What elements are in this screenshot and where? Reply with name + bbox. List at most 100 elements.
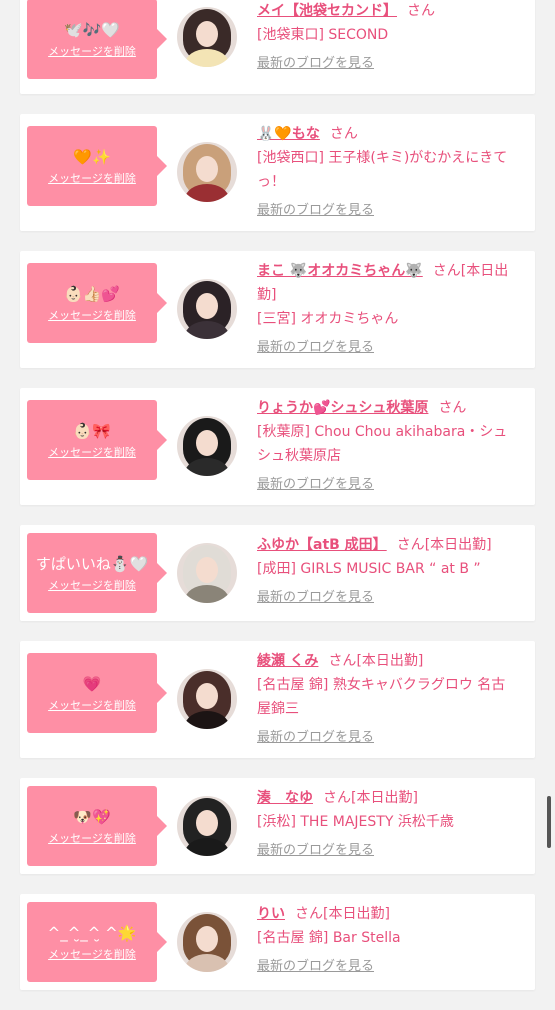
latest-blog-link[interactable]: 最新のブログを見る (257, 589, 517, 607)
delete-message-link[interactable]: メッセージを削除 (27, 948, 157, 962)
cast-name-link[interactable]: りょうか💕シュシュ秋葉原 (257, 400, 428, 416)
scrollbar-thumb[interactable] (547, 796, 551, 848)
name-line: りい さん[本日出勤] (257, 902, 517, 926)
list-item: 🐶💖 メッセージを削除 湊 なゆ さん[本日出勤] [浜松] THE MAJEST… (20, 778, 535, 874)
avatar[interactable] (177, 142, 237, 202)
latest-blog-link[interactable]: 最新のブログを見る (257, 55, 517, 73)
shop-name: [池袋西口] 王子様(キミ)がむかえにきてっ！ (257, 150, 508, 190)
honorific: さん (329, 126, 358, 142)
message-sticker: 👶🏻👍🏻💕 (63, 285, 121, 303)
message-bubble: 🕊️🎶🤍 メッセージを削除 (27, 0, 167, 79)
cast-info: 湊 なゆ さん[本日出勤] [浜松] THE MAJESTY 浜松千歳 最新のブロ… (257, 786, 517, 860)
message-sticker: ^_^̮_^̮ ^🌟 (47, 924, 137, 942)
list-item: ^_^̮_^̮ ^🌟 メッセージを削除 りい さん[本日出勤] [名古屋 錦] B… (20, 894, 535, 990)
honorific: さん (432, 263, 461, 279)
cast-name-link[interactable]: まこ 🐺オオカミちゃん🐺 (257, 263, 423, 279)
message-sticker: すぱいいね⛄🤍 (35, 555, 149, 573)
message-bubble: ^_^̮_^̮ ^🌟 メッセージを削除 (27, 902, 167, 982)
shop-name: [池袋東口] SECOND (257, 27, 389, 43)
shop-name: [浜松] THE MAJESTY 浜松千歳 (257, 814, 454, 830)
message-sticker: 🧡✨ (73, 148, 111, 166)
avatar[interactable] (177, 912, 237, 972)
avatar[interactable] (177, 669, 237, 729)
cast-name-link[interactable]: ふゆか【atB 成田】 (257, 537, 387, 553)
name-line: ふゆか【atB 成田】 さん[本日出勤] (257, 533, 517, 557)
delete-message-link[interactable]: メッセージを削除 (27, 699, 157, 713)
message-bubble: すぱいいね⛄🤍 メッセージを削除 (27, 533, 167, 613)
message-sticker: 👶🏻🎀 (73, 422, 111, 440)
message-bubble: 👶🏻🎀 メッセージを削除 (27, 400, 167, 480)
message-sticker: 🕊️🎶🤍 (63, 21, 121, 39)
cast-info: ふゆか【atB 成田】 さん[本日出勤] [成田] GIRLS MUSIC BAR… (257, 533, 517, 607)
message-bubble: 👶🏻👍🏻💕 メッセージを削除 (27, 263, 167, 343)
cast-name-link[interactable]: 綾瀬 くみ (257, 653, 318, 669)
avatar-face (196, 926, 218, 952)
status-badge: [本日出勤] (351, 790, 418, 806)
avatar-face (196, 810, 218, 836)
cast-name-link[interactable]: メイ【池袋セカンド】 (257, 3, 397, 19)
honorific: さん (295, 906, 323, 922)
status-badge: [本日出勤] (323, 906, 390, 922)
name-line: 綾瀬 くみ さん[本日出勤] (257, 649, 517, 673)
status-badge: [本日出勤] (356, 653, 424, 669)
avatar[interactable] (177, 543, 237, 603)
avatar-face (196, 430, 218, 456)
avatar-face (196, 21, 218, 47)
name-line: りょうか💕シュシュ秋葉原 さん (257, 396, 517, 420)
delete-message-link[interactable]: メッセージを削除 (27, 172, 157, 186)
message-sticker: 🐶💖 (73, 808, 111, 826)
cast-name-link[interactable]: 🐰🧡もな (257, 126, 320, 142)
name-line: まこ 🐺オオカミちゃん🐺 さん[本日出勤] (257, 259, 517, 307)
name-line: 🐰🧡もな さん (257, 122, 517, 146)
shop-name: [名古屋 錦] 熟女キャバクラグロウ 名古屋錦三 (257, 677, 506, 717)
avatar[interactable] (177, 416, 237, 476)
avatar-face (196, 557, 218, 583)
list-item: 👶🏻👍🏻💕 メッセージを削除 まこ 🐺オオカミちゃん🐺 さん[本日出勤] [三宮]… (20, 251, 535, 368)
latest-blog-link[interactable]: 最新のブログを見る (257, 339, 517, 357)
shop-name: [秋葉原] Chou Chou akihabara・シュシュ秋葉原店 (257, 424, 508, 464)
honorific: さん (438, 400, 467, 416)
list-item: 💗 メッセージを削除 綾瀬 くみ さん[本日出勤] [名古屋 錦] 熟女キャバクラ… (20, 641, 535, 758)
list-item: すぱいいね⛄🤍 メッセージを削除 ふゆか【atB 成田】 さん[本日出勤] [成田… (20, 525, 535, 621)
shop-name: [名古屋 錦] Bar Stella (257, 930, 401, 946)
delete-message-link[interactable]: メッセージを削除 (27, 45, 157, 59)
message-list: 🕊️🎶🤍 メッセージを削除 メイ【池袋セカンド】 さん [池袋東口] SECOND… (0, 0, 555, 1010)
cast-name-link[interactable]: 湊 なゆ (257, 790, 313, 806)
name-line: メイ【池袋セカンド】 さん (257, 0, 517, 23)
latest-blog-link[interactable]: 最新のブログを見る (257, 842, 517, 860)
avatar[interactable] (177, 7, 237, 67)
name-line: 湊 なゆ さん[本日出勤] (257, 786, 517, 810)
delete-message-link[interactable]: メッセージを削除 (27, 309, 157, 323)
cast-info: 🐰🧡もな さん [池袋西口] 王子様(キミ)がむかえにきてっ！ 最新のブログを見る (257, 122, 517, 220)
cast-info: メイ【池袋セカンド】 さん [池袋東口] SECOND 最新のブログを見る (257, 0, 517, 73)
latest-blog-link[interactable]: 最新のブログを見る (257, 729, 517, 747)
avatar-face (196, 683, 218, 709)
avatar[interactable] (177, 279, 237, 339)
honorific: さん (396, 537, 425, 553)
honorific: さん (407, 3, 435, 19)
latest-blog-link[interactable]: 最新のブログを見る (257, 202, 517, 220)
cast-info: りょうか💕シュシュ秋葉原 さん [秋葉原] Chou Chou akihabara… (257, 396, 517, 494)
avatar-face (196, 293, 218, 319)
latest-blog-link[interactable]: 最新のブログを見る (257, 476, 517, 494)
cast-info: まこ 🐺オオカミちゃん🐺 さん[本日出勤] [三宮] オオカミちゃん 最新のブログ… (257, 259, 517, 357)
message-sticker: 💗 (82, 675, 102, 693)
message-bubble: 💗 メッセージを削除 (27, 653, 167, 733)
avatar[interactable] (177, 796, 237, 856)
list-item: 🕊️🎶🤍 メッセージを削除 メイ【池袋セカンド】 さん [池袋東口] SECOND… (20, 0, 535, 94)
list-item: 🧡✨ メッセージを削除 🐰🧡もな さん [池袋西口] 王子様(キミ)がむかえにきて… (20, 114, 535, 231)
delete-message-link[interactable]: メッセージを削除 (27, 446, 157, 460)
delete-message-link[interactable]: メッセージを削除 (27, 832, 157, 846)
shop-name: [三宮] オオカミちゃん (257, 311, 399, 327)
message-bubble: 🐶💖 メッセージを削除 (27, 786, 167, 866)
avatar-face (196, 156, 218, 182)
cast-info: りい さん[本日出勤] [名古屋 錦] Bar Stella 最新のブログを見る (257, 902, 517, 976)
cast-name-link[interactable]: りい (257, 906, 285, 922)
honorific: さん (323, 790, 351, 806)
cast-info: 綾瀬 くみ さん[本日出勤] [名古屋 錦] 熟女キャバクラグロウ 名古屋錦三 最… (257, 649, 517, 747)
latest-blog-link[interactable]: 最新のブログを見る (257, 958, 517, 976)
shop-name: [成田] GIRLS MUSIC BAR “ at B ” (257, 561, 481, 577)
honorific: さん (328, 653, 357, 669)
status-badge: [本日出勤] (424, 537, 492, 553)
delete-message-link[interactable]: メッセージを削除 (27, 579, 157, 593)
